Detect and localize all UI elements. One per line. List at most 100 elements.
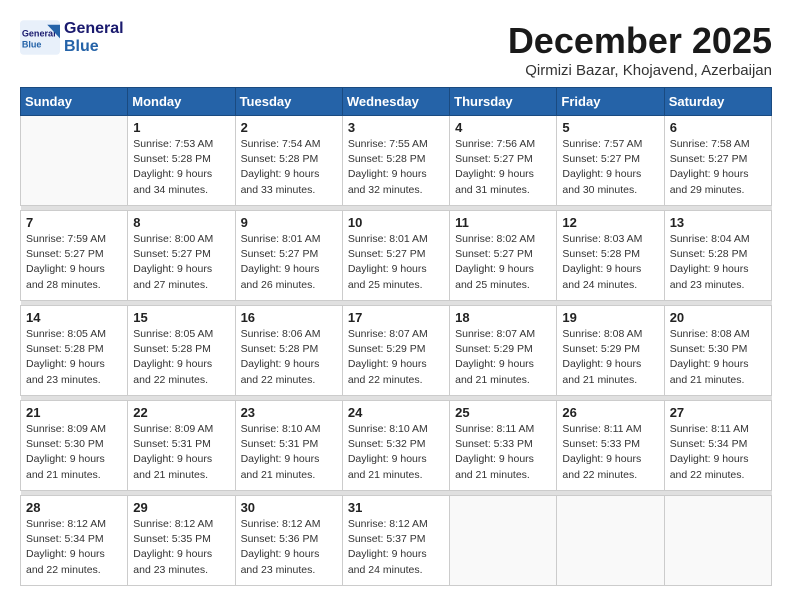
calendar-cell: 6 Sunrise: 7:58 AM Sunset: 5:27 PM Daylig… [664, 116, 771, 206]
calendar-cell: 31 Sunrise: 8:12 AM Sunset: 5:37 PM Dayli… [342, 496, 449, 586]
calendar-cell: 11 Sunrise: 8:02 AM Sunset: 5:27 PM Dayli… [450, 211, 557, 301]
day-number: 13 [670, 215, 766, 230]
day-number: 12 [562, 215, 658, 230]
day-info: Sunrise: 8:02 AM Sunset: 5:27 PM Dayligh… [455, 232, 551, 293]
day-number: 11 [455, 215, 551, 230]
day-info: Sunrise: 8:03 AM Sunset: 5:28 PM Dayligh… [562, 232, 658, 293]
day-number: 28 [26, 500, 122, 515]
day-info: Sunrise: 7:59 AM Sunset: 5:27 PM Dayligh… [26, 232, 122, 293]
calendar-cell: 20 Sunrise: 8:08 AM Sunset: 5:30 PM Dayli… [664, 306, 771, 396]
col-header-monday: Monday [128, 88, 235, 116]
col-header-friday: Friday [557, 88, 664, 116]
calendar-cell: 1 Sunrise: 7:53 AM Sunset: 5:28 PM Daylig… [128, 116, 235, 206]
day-number: 22 [133, 405, 229, 420]
main-title: December 2025 [508, 20, 772, 62]
day-number: 26 [562, 405, 658, 420]
day-info: Sunrise: 8:11 AM Sunset: 5:34 PM Dayligh… [670, 422, 766, 483]
calendar-cell: 29 Sunrise: 8:12 AM Sunset: 5:35 PM Dayli… [128, 496, 235, 586]
calendar-cell: 15 Sunrise: 8:05 AM Sunset: 5:28 PM Dayli… [128, 306, 235, 396]
day-info: Sunrise: 8:00 AM Sunset: 5:27 PM Dayligh… [133, 232, 229, 293]
day-info: Sunrise: 8:01 AM Sunset: 5:27 PM Dayligh… [241, 232, 337, 293]
calendar-week-5: 28 Sunrise: 8:12 AM Sunset: 5:34 PM Dayli… [21, 496, 772, 586]
day-info: Sunrise: 8:07 AM Sunset: 5:29 PM Dayligh… [348, 327, 444, 388]
day-info: Sunrise: 8:08 AM Sunset: 5:29 PM Dayligh… [562, 327, 658, 388]
calendar-cell: 13 Sunrise: 8:04 AM Sunset: 5:28 PM Dayli… [664, 211, 771, 301]
day-number: 1 [133, 120, 229, 135]
calendar-cell: 30 Sunrise: 8:12 AM Sunset: 5:36 PM Dayli… [235, 496, 342, 586]
col-header-sunday: Sunday [21, 88, 128, 116]
day-info: Sunrise: 8:04 AM Sunset: 5:28 PM Dayligh… [670, 232, 766, 293]
svg-text:Blue: Blue [22, 40, 42, 50]
calendar-cell: 12 Sunrise: 8:03 AM Sunset: 5:28 PM Dayli… [557, 211, 664, 301]
day-info: Sunrise: 8:12 AM Sunset: 5:34 PM Dayligh… [26, 517, 122, 578]
col-header-thursday: Thursday [450, 88, 557, 116]
page-container: General Blue General Blue December 2025 … [20, 20, 772, 586]
title-area: December 2025 Qirmizi Bazar, Khojavend, … [508, 20, 772, 79]
col-header-tuesday: Tuesday [235, 88, 342, 116]
calendar-cell: 24 Sunrise: 8:10 AM Sunset: 5:32 PM Dayli… [342, 401, 449, 491]
day-number: 27 [670, 405, 766, 420]
day-info: Sunrise: 8:10 AM Sunset: 5:32 PM Dayligh… [348, 422, 444, 483]
calendar-cell: 10Sunrise: 8:01 AM Sunset: 5:27 PM Dayli… [342, 211, 449, 301]
calendar-cell: 19 Sunrise: 8:08 AM Sunset: 5:29 PM Dayli… [557, 306, 664, 396]
day-number: 31 [348, 500, 444, 515]
day-info: Sunrise: 8:09 AM Sunset: 5:31 PM Dayligh… [133, 422, 229, 483]
day-info: Sunrise: 8:11 AM Sunset: 5:33 PM Dayligh… [455, 422, 551, 483]
calendar-cell: 16Sunrise: 8:06 AM Sunset: 5:28 PM Dayli… [235, 306, 342, 396]
calendar-cell: 21Sunrise: 8:09 AM Sunset: 5:30 PM Dayli… [21, 401, 128, 491]
day-info: Sunrise: 8:08 AM Sunset: 5:30 PM Dayligh… [670, 327, 766, 388]
day-number: 23 [241, 405, 337, 420]
day-info: Sunrise: 8:09 AM Sunset: 5:30 PM Dayligh… [26, 422, 122, 483]
day-number: 9 [241, 215, 337, 230]
day-info: Sunrise: 8:07 AM Sunset: 5:29 PM Dayligh… [455, 327, 551, 388]
calendar-cell [450, 496, 557, 586]
logo-icon: General Blue [20, 20, 60, 55]
day-number: 24 [348, 405, 444, 420]
logo-line1: General [64, 20, 124, 38]
calendar-table: SundayMondayTuesdayWednesdayThursdayFrid… [20, 87, 772, 586]
calendar-week-3: 14Sunrise: 8:05 AM Sunset: 5:28 PM Dayli… [21, 306, 772, 396]
day-info: Sunrise: 8:05 AM Sunset: 5:28 PM Dayligh… [133, 327, 229, 388]
calendar-cell: 14Sunrise: 8:05 AM Sunset: 5:28 PM Dayli… [21, 306, 128, 396]
col-header-saturday: Saturday [664, 88, 771, 116]
day-info: Sunrise: 8:12 AM Sunset: 5:37 PM Dayligh… [348, 517, 444, 578]
day-number: 29 [133, 500, 229, 515]
day-number: 30 [241, 500, 337, 515]
day-info: Sunrise: 7:54 AM Sunset: 5:28 PM Dayligh… [241, 137, 337, 198]
calendar-cell: 26Sunrise: 8:11 AM Sunset: 5:33 PM Dayli… [557, 401, 664, 491]
calendar-cell [664, 496, 771, 586]
calendar-cell: 25 Sunrise: 8:11 AM Sunset: 5:33 PM Dayli… [450, 401, 557, 491]
day-number: 3 [348, 120, 444, 135]
calendar-week-1: 1 Sunrise: 7:53 AM Sunset: 5:28 PM Daylig… [21, 116, 772, 206]
col-header-wednesday: Wednesday [342, 88, 449, 116]
day-info: Sunrise: 8:01 AM Sunset: 5:27 PM Dayligh… [348, 232, 444, 293]
day-info: Sunrise: 7:58 AM Sunset: 5:27 PM Dayligh… [670, 137, 766, 198]
day-info: Sunrise: 8:12 AM Sunset: 5:35 PM Dayligh… [133, 517, 229, 578]
day-number: 25 [455, 405, 551, 420]
day-number: 18 [455, 310, 551, 325]
day-number: 7 [26, 215, 122, 230]
calendar-cell: 27 Sunrise: 8:11 AM Sunset: 5:34 PM Dayli… [664, 401, 771, 491]
day-number: 4 [455, 120, 551, 135]
calendar-cell: 5Sunrise: 7:57 AM Sunset: 5:27 PM Daylig… [557, 116, 664, 206]
day-number: 8 [133, 215, 229, 230]
day-info: Sunrise: 8:12 AM Sunset: 5:36 PM Dayligh… [241, 517, 337, 578]
day-number: 6 [670, 120, 766, 135]
header: General Blue General Blue December 2025 … [20, 20, 772, 79]
day-number: 15 [133, 310, 229, 325]
day-info: Sunrise: 7:53 AM Sunset: 5:28 PM Dayligh… [133, 137, 229, 198]
calendar-cell: 9 Sunrise: 8:01 AM Sunset: 5:27 PM Daylig… [235, 211, 342, 301]
day-number: 17 [348, 310, 444, 325]
calendar-week-4: 21Sunrise: 8:09 AM Sunset: 5:30 PM Dayli… [21, 401, 772, 491]
day-info: Sunrise: 7:57 AM Sunset: 5:27 PM Dayligh… [562, 137, 658, 198]
day-number: 20 [670, 310, 766, 325]
sub-title: Qirmizi Bazar, Khojavend, Azerbaijan [508, 62, 772, 79]
day-number: 19 [562, 310, 658, 325]
day-number: 16 [241, 310, 337, 325]
svg-text:General: General [22, 29, 56, 39]
calendar-cell [21, 116, 128, 206]
calendar-cell: 18 Sunrise: 8:07 AM Sunset: 5:29 PM Dayli… [450, 306, 557, 396]
calendar-cell [557, 496, 664, 586]
calendar-cell: 22 Sunrise: 8:09 AM Sunset: 5:31 PM Dayli… [128, 401, 235, 491]
calendar-cell: 23Sunrise: 8:10 AM Sunset: 5:31 PM Dayli… [235, 401, 342, 491]
